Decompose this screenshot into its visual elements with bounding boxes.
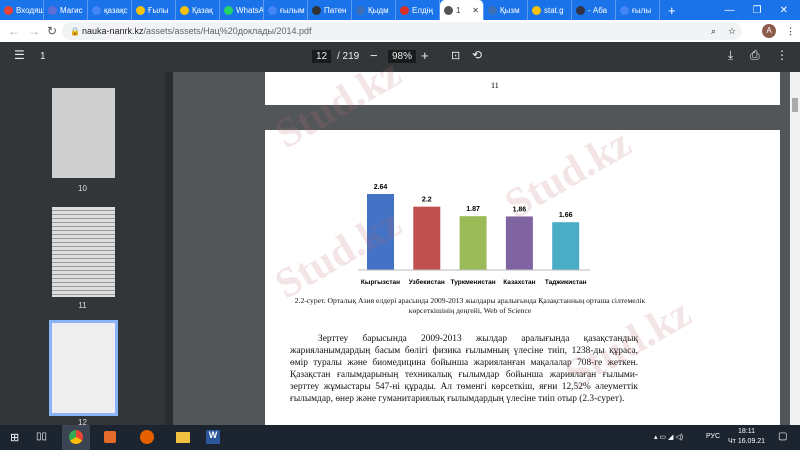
taskbar: ⊞ ▯▯ W ▴ ▭ ◢ ◁) РУС 18:11 Чт 16.09.21 ▢ <box>0 425 800 450</box>
bar <box>413 206 441 270</box>
data-label: 2.2 <box>422 197 432 204</box>
bar <box>505 216 533 270</box>
task-view-icon[interactable]: ▯▯ <box>36 431 47 442</box>
data-label: 1.87 <box>466 206 480 213</box>
notification-icon[interactable]: ▢ <box>778 431 787 442</box>
media-player-icon[interactable] <box>104 431 116 443</box>
figure-caption: 2.2-сурет. Орталық Азия елдері арасында … <box>294 296 646 315</box>
firefox-icon[interactable] <box>140 430 154 444</box>
chrome-taskbar-icon[interactable] <box>62 425 90 450</box>
bar <box>552 222 580 270</box>
data-label: 1.86 <box>513 206 527 213</box>
windows-start-icon[interactable]: ⊞ <box>10 431 19 444</box>
bar <box>367 194 394 270</box>
category-label: Узбекистан <box>409 278 445 286</box>
body-paragraph: Зерттеу барысында 2009-2013 жылдар аралы… <box>290 334 638 404</box>
clock-date[interactable]: Чт 16.09.21 <box>728 438 765 445</box>
word-icon[interactable]: W <box>206 430 220 444</box>
file-explorer-icon[interactable] <box>176 432 190 443</box>
language-indicator[interactable]: РУС <box>706 433 720 440</box>
category-label: Таджикистан <box>545 279 587 286</box>
page-scrollbar[interactable] <box>790 72 800 425</box>
data-label: 2.64 <box>374 184 388 191</box>
tray-icons[interactable]: ▴ ▭ ◢ ◁) <box>654 433 683 441</box>
clock-time[interactable]: 18:11 <box>738 428 755 435</box>
bar <box>459 216 487 270</box>
category-label: Кыргызстан <box>361 279 400 286</box>
category-label: Туркменистан <box>451 279 496 286</box>
data-label: 1.66 <box>559 212 573 219</box>
category-label: Казахстан <box>503 279 535 286</box>
